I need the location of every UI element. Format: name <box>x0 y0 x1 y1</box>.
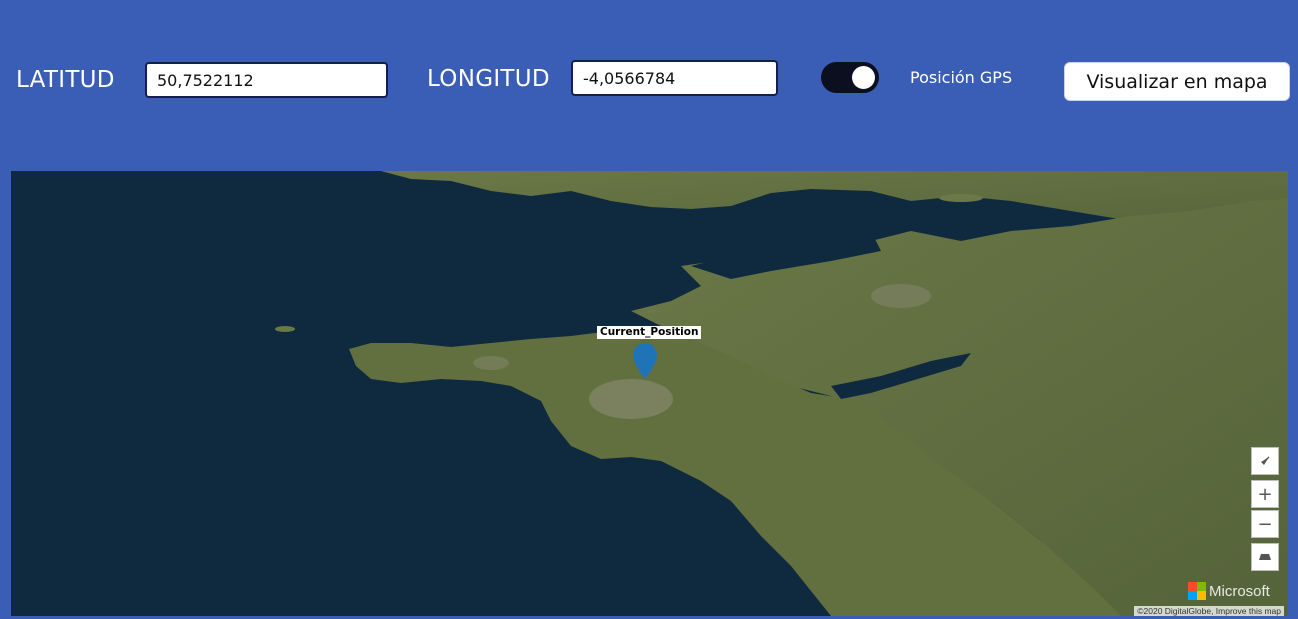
microsoft-squares-icon <box>1188 582 1206 600</box>
compass-button[interactable] <box>1251 447 1279 475</box>
pitch-icon <box>1259 554 1271 560</box>
gps-toggle-knob <box>852 66 875 89</box>
map-view[interactable]: Current_Position + − Microsoft ©2020 Dig… <box>11 171 1288 616</box>
gps-toggle[interactable] <box>821 62 879 93</box>
gps-position-label: Posición GPS <box>910 68 1013 87</box>
microsoft-logo: Microsoft <box>1188 582 1270 600</box>
microsoft-logo-text: Microsoft <box>1209 582 1270 600</box>
location-pin-icon[interactable] <box>633 343 657 379</box>
map-attribution[interactable]: ©2020 DigitalGlobe, Improve this map <box>1134 606 1284 616</box>
longitude-input[interactable] <box>571 60 778 96</box>
current-position-label: Current_Position <box>597 326 702 339</box>
longitude-label: LONGITUD <box>427 66 550 92</box>
latitude-label: LATITUD <box>16 67 115 93</box>
satellite-terrain <box>11 171 1288 616</box>
latitude-input[interactable] <box>145 62 388 98</box>
pitch-button[interactable] <box>1251 543 1279 571</box>
zoom-out-button[interactable]: − <box>1251 510 1279 538</box>
compass-icon <box>1261 456 1270 465</box>
zoom-in-button[interactable]: + <box>1251 480 1279 508</box>
visualize-map-button[interactable]: Visualizar en mapa <box>1064 62 1290 101</box>
